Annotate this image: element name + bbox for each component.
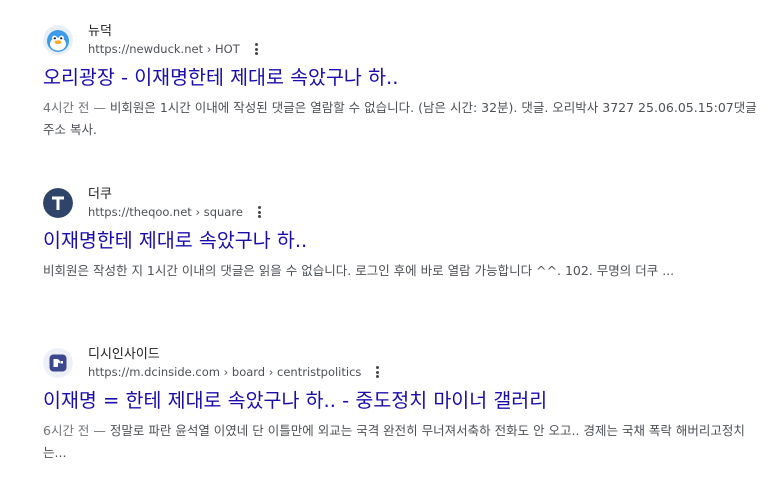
url-domain: https://newduck.net (88, 42, 204, 56)
result-source[interactable]: 더쿠 https://theqoo.net › square (43, 180, 768, 224)
more-options-icon[interactable] (371, 365, 385, 379)
breadcrumb-item: centristpolitics (277, 365, 362, 379)
result-title-link[interactable]: 이재명 = 한테 제대로 속았구나 하.. - 중도정치 마이너 갤러리 (43, 388, 768, 414)
result-snippet: 비회원은 작성한 지 1시간 이내의 댓글은 읽을 수 없습니다. 로그인 후에… (43, 260, 768, 282)
snippet-date: 6시간 전 — (43, 423, 110, 438)
url-domain: https://m.dcinside.com (88, 365, 220, 379)
breadcrumb-separator: › (219, 365, 232, 379)
breadcrumb-separator: › (191, 205, 204, 219)
site-name: 뉴덕 (88, 24, 112, 39)
result-title-link[interactable]: 이재명한테 제대로 속았구나 하.. (43, 228, 768, 254)
search-result: 디시인사이드 https://m.dcinside.com › board › … (43, 340, 768, 464)
url-domain: https://theqoo.net (88, 205, 192, 219)
breadcrumb-item: square (203, 205, 243, 219)
site-name: 더쿠 (88, 187, 112, 202)
more-options-icon[interactable] (250, 42, 264, 56)
breadcrumb-separator: › (203, 42, 216, 56)
site-name: 디시인사이드 (88, 347, 160, 362)
search-result: 더쿠 https://theqoo.net › square 이재명한테 제대로… (43, 180, 768, 282)
result-snippet: 6시간 전 — 정말로 파란 윤석열 이였네 단 이틀만에 외교는 국격 완전히… (43, 420, 768, 464)
theqoo-t-icon (43, 188, 73, 218)
breadcrumb-separator: › (265, 365, 278, 379)
breadcrumb-item: HOT (215, 42, 240, 56)
breadcrumb-item: board (231, 365, 266, 379)
result-title-link[interactable]: 오리광장 - 이재명한테 제대로 속았구나 하.. (43, 65, 768, 91)
result-url: https://theqoo.net › square (88, 205, 267, 219)
duck-icon (43, 25, 73, 55)
more-options-icon[interactable] (253, 205, 267, 219)
snippet-text: 비회원은 1시간 이내에 작성된 댓글은 열람할 수 없습니다. (남은 시간:… (43, 100, 757, 137)
snippet-text: 비회원은 작성한 지 1시간 이내의 댓글은 읽을 수 없습니다. 로그인 후에… (43, 263, 675, 278)
search-result: 뉴덕 https://newduck.net › HOT 오리광장 - 이재명한… (43, 17, 768, 141)
snippet-date: 4시간 전 — (43, 100, 110, 115)
result-source[interactable]: 뉴덕 https://newduck.net › HOT (43, 17, 768, 61)
dcinside-icon (43, 348, 73, 378)
result-url: https://newduck.net › HOT (88, 42, 264, 56)
result-source[interactable]: 디시인사이드 https://m.dcinside.com › board › … (43, 340, 768, 384)
result-snippet: 4시간 전 — 비회원은 1시간 이내에 작성된 댓글은 열람할 수 없습니다.… (43, 97, 768, 141)
snippet-text: 정말로 파란 윤석열 이였네 단 이틀만에 외교는 국격 완전히 무너져서축하 … (43, 423, 745, 460)
result-url: https://m.dcinside.com › board › centris… (88, 365, 385, 379)
